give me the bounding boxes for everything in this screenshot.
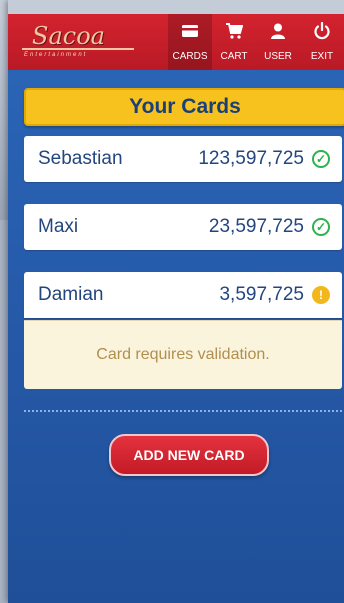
card-balance: 3,597,725: [219, 284, 304, 305]
nav-cart-label: CART: [220, 51, 248, 62]
app-screen: Sacoa Entertainment CARDS CART USER EXIT…: [8, 0, 344, 603]
nav-cart[interactable]: CART: [212, 14, 256, 70]
top-nav-bar: Sacoa Entertainment CARDS CART USER EXIT: [8, 14, 344, 70]
nav-cards-label: CARDS: [172, 51, 208, 62]
card-row-maxi[interactable]: Maxi 23,597,725 ✓: [24, 204, 342, 250]
card-name: Damian: [38, 284, 104, 305]
check-icon: ✓: [312, 150, 330, 168]
cart-icon: [226, 23, 243, 39]
add-new-card-button[interactable]: ADD NEW CARD: [109, 434, 269, 476]
check-icon: ✓: [312, 218, 330, 236]
status-strip: [8, 0, 344, 14]
card-balance-group: 123,597,725 ✓: [198, 148, 330, 170]
validation-notice: Card requires validation.: [24, 320, 342, 389]
user-icon: [271, 23, 285, 39]
card-balance: 23,597,725: [208, 216, 304, 237]
logo-text: Sacoa: [32, 22, 105, 50]
card-row-damian[interactable]: Damian 3,597,725 !: [24, 272, 342, 318]
logo-subtitle: Entertainment: [24, 52, 88, 58]
card-row-sebastian[interactable]: Sebastian 123,597,725 ✓: [24, 136, 342, 182]
nav-exit[interactable]: EXIT: [300, 14, 344, 70]
card-balance-group: 3,597,725 !: [219, 284, 330, 306]
card-balance: 123,597,725: [198, 148, 304, 169]
card-name: Sebastian: [38, 148, 123, 169]
nav-menu: CARDS CART USER EXIT: [168, 14, 344, 70]
section-title: Your Cards: [24, 88, 344, 126]
divider: [24, 410, 342, 412]
nav-cards[interactable]: CARDS: [168, 14, 212, 70]
card-name: Maxi: [38, 216, 79, 237]
power-icon: [314, 22, 330, 40]
nav-exit-label: EXIT: [310, 51, 334, 62]
logo-underline: [22, 48, 134, 50]
nav-user-label: USER: [264, 51, 292, 62]
card-icon: [182, 25, 198, 37]
sacoa-logo[interactable]: Sacoa Entertainment: [22, 22, 134, 60]
nav-user[interactable]: USER: [256, 14, 300, 70]
card-balance-group: 23,597,725 ✓: [209, 216, 330, 238]
warning-icon: !: [312, 286, 330, 304]
